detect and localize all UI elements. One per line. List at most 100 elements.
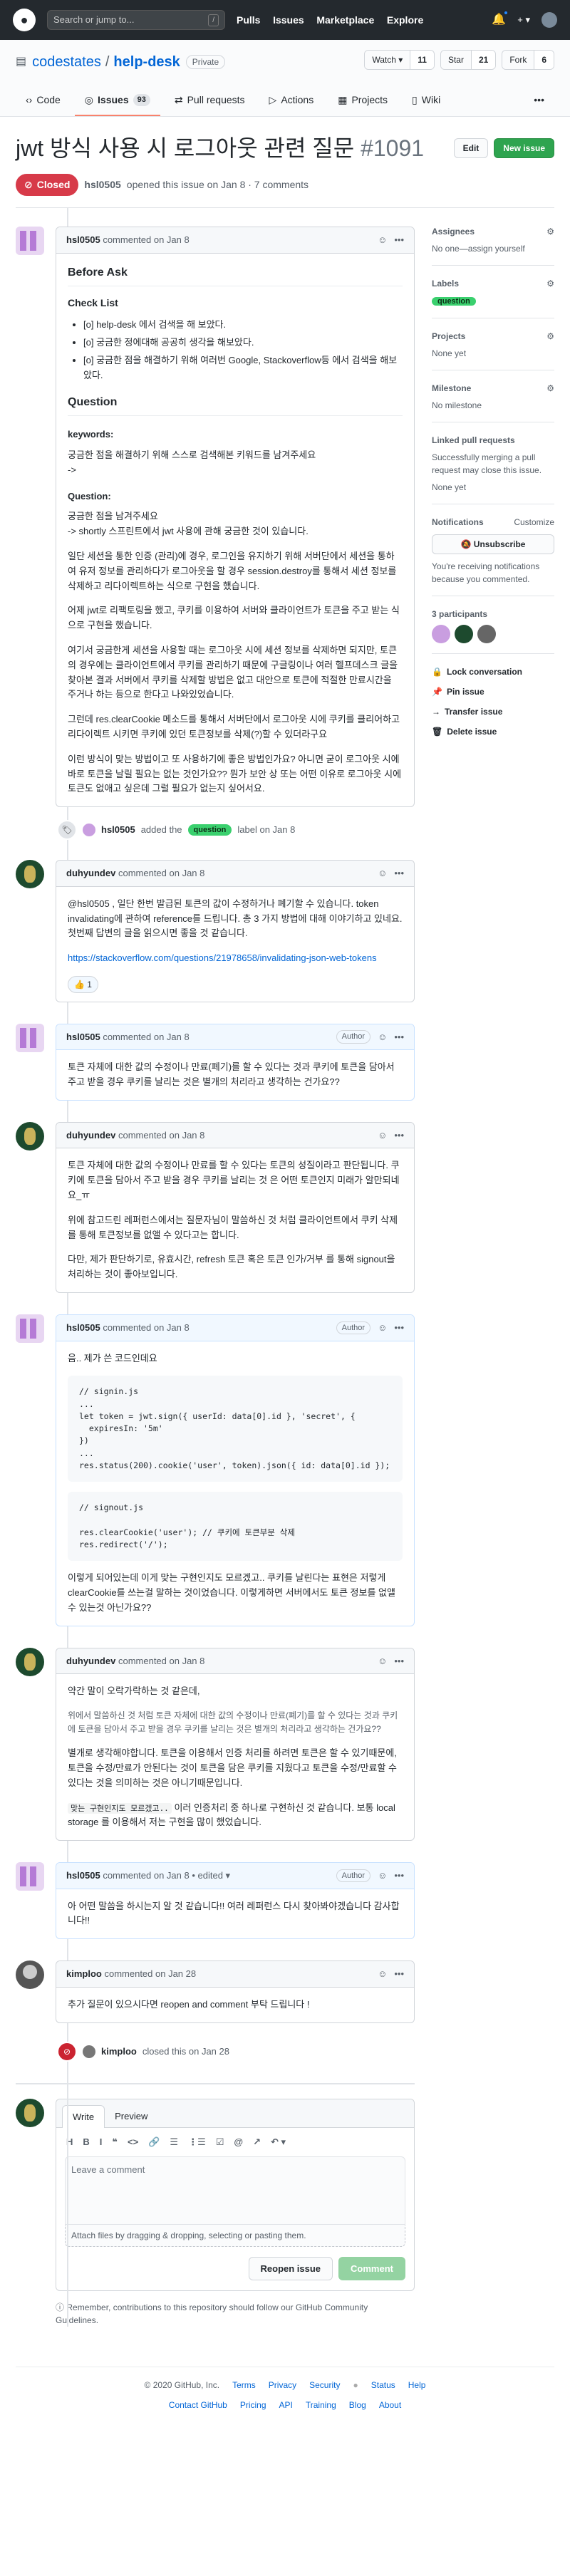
link-icon[interactable]: 🔗 bbox=[148, 2135, 160, 2149]
comment-author[interactable]: hsl0505 bbox=[66, 1869, 100, 1883]
comment-author[interactable]: kimploo bbox=[66, 1967, 102, 1981]
footer-link[interactable]: API bbox=[279, 2399, 293, 2411]
smiley-icon[interactable]: ☺ bbox=[378, 1030, 387, 1044]
footer-link[interactable]: Status bbox=[371, 2379, 395, 2391]
github-logo-icon[interactable]: ● bbox=[13, 9, 36, 31]
kebab-menu-icon[interactable]: ••• bbox=[394, 1967, 404, 1981]
repo-name-link[interactable]: help-desk bbox=[113, 51, 180, 73]
tab-actions[interactable]: ▷ Actions bbox=[259, 87, 324, 116]
lock-conversation[interactable]: 🔒 Lock conversation bbox=[432, 665, 554, 678]
smiley-icon[interactable]: ☺ bbox=[378, 1321, 387, 1335]
tab-pull-requests[interactable]: ⇄ Pull requests bbox=[165, 87, 255, 116]
avatar[interactable] bbox=[16, 1314, 44, 1344]
reopen-issue-button[interactable]: Reopen issue bbox=[248, 2256, 333, 2281]
comment-button[interactable]: Comment bbox=[338, 2256, 405, 2281]
numbered-list-icon[interactable]: ⋮☰ bbox=[188, 2135, 206, 2149]
footer-link[interactable]: Security bbox=[309, 2379, 340, 2391]
kebab-menu-icon[interactable]: ••• bbox=[394, 1030, 404, 1044]
avatar[interactable] bbox=[16, 1121, 44, 1151]
avatar[interactable] bbox=[16, 1862, 44, 1891]
avatar[interactable] bbox=[16, 1960, 44, 1990]
new-issue-button[interactable]: New issue bbox=[494, 138, 554, 158]
kebab-menu-icon[interactable]: ••• bbox=[394, 1321, 404, 1335]
footer-link[interactable]: About bbox=[379, 2399, 401, 2411]
issue-opener[interactable]: hsl0505 bbox=[84, 177, 120, 192]
event-actor[interactable]: kimploo bbox=[101, 2045, 137, 2059]
comment-author[interactable]: hsl0505 bbox=[66, 233, 100, 247]
kebab-menu-icon[interactable]: ••• bbox=[394, 233, 404, 247]
thumbs-up-reaction[interactable]: 👍 1 bbox=[68, 975, 98, 993]
smiley-icon[interactable]: ☺ bbox=[378, 866, 387, 881]
nav-explore[interactable]: Explore bbox=[387, 14, 423, 26]
saved-replies-icon[interactable]: ↶ ▾ bbox=[271, 2135, 286, 2149]
tab-projects[interactable]: ▦ Projects bbox=[328, 87, 398, 116]
footer-link[interactable]: Training bbox=[306, 2399, 336, 2411]
customize-link[interactable]: Customize bbox=[514, 516, 554, 529]
edit-title-button[interactable]: Edit bbox=[453, 138, 489, 158]
tabs-more-menu[interactable]: ••• bbox=[524, 87, 554, 116]
assignees-value[interactable]: No one—assign yourself bbox=[432, 242, 554, 255]
comment-author[interactable]: duhyundev bbox=[66, 1654, 115, 1668]
tab-issues[interactable]: ◎ Issues 93 bbox=[74, 87, 160, 116]
avatar[interactable] bbox=[16, 860, 44, 889]
quote-icon[interactable]: ❝ bbox=[112, 2135, 118, 2149]
comment-author[interactable]: hsl0505 bbox=[66, 1321, 100, 1335]
repo-owner-link[interactable]: codestates bbox=[32, 51, 101, 73]
gear-icon[interactable]: ⚙ bbox=[546, 277, 554, 290]
bullet-list-icon[interactable]: ☰ bbox=[170, 2135, 178, 2149]
comment-author[interactable]: duhyundev bbox=[66, 866, 115, 881]
create-new-menu[interactable]: + ▾ bbox=[517, 13, 530, 27]
avatar[interactable] bbox=[83, 2045, 95, 2058]
kebab-menu-icon[interactable]: ••• bbox=[394, 1654, 404, 1668]
smiley-icon[interactable]: ☺ bbox=[378, 1869, 387, 1883]
footer-link[interactable]: Contact GitHub bbox=[169, 2399, 227, 2411]
smiley-icon[interactable]: ☺ bbox=[378, 1654, 387, 1668]
notification-bell-icon[interactable]: 🔔 bbox=[492, 10, 509, 28]
reference-icon[interactable]: ↗ bbox=[253, 2135, 261, 2149]
attach-files-zone[interactable]: Attach files by dragging & dropping, sel… bbox=[65, 2224, 405, 2247]
comment-author[interactable]: hsl0505 bbox=[66, 1030, 100, 1044]
avatar[interactable] bbox=[432, 624, 450, 643]
task-list-icon[interactable]: ☑ bbox=[216, 2135, 224, 2149]
avatar[interactable] bbox=[83, 824, 95, 837]
transfer-issue[interactable]: → Transfer issue bbox=[432, 705, 554, 718]
smiley-icon[interactable]: ☺ bbox=[378, 1128, 387, 1143]
nav-pulls[interactable]: Pulls bbox=[237, 14, 260, 26]
event-actor[interactable]: hsl0505 bbox=[101, 823, 135, 837]
avatar[interactable] bbox=[16, 1647, 44, 1676]
smiley-icon[interactable]: ☺ bbox=[378, 233, 387, 247]
tab-code[interactable]: ‹› Code bbox=[16, 87, 71, 116]
label-question[interactable]: question bbox=[187, 824, 232, 836]
label-question[interactable]: question bbox=[432, 297, 476, 306]
nav-marketplace[interactable]: Marketplace bbox=[316, 14, 374, 26]
kebab-menu-icon[interactable]: ••• bbox=[394, 866, 404, 881]
footer-link[interactable]: Help bbox=[408, 2379, 426, 2391]
kebab-menu-icon[interactable]: ••• bbox=[394, 1869, 404, 1883]
kebab-menu-icon[interactable]: ••• bbox=[394, 1128, 404, 1143]
nav-issues[interactable]: Issues bbox=[273, 14, 304, 26]
smiley-icon[interactable]: ☺ bbox=[378, 1967, 387, 1981]
gear-icon[interactable]: ⚙ bbox=[546, 225, 554, 238]
avatar[interactable] bbox=[477, 624, 496, 643]
fork-button[interactable]: Fork 6 bbox=[502, 50, 554, 70]
gear-icon[interactable]: ⚙ bbox=[546, 330, 554, 343]
avatar[interactable] bbox=[16, 1023, 44, 1052]
footer-link[interactable]: Privacy bbox=[269, 2379, 296, 2391]
footer-link[interactable]: Pricing bbox=[240, 2399, 266, 2411]
tab-write[interactable]: Write bbox=[62, 2104, 105, 2129]
footer-link[interactable]: Blog bbox=[349, 2399, 366, 2411]
tab-preview[interactable]: Preview bbox=[105, 2105, 157, 2128]
gear-icon[interactable]: ⚙ bbox=[546, 382, 554, 395]
bold-icon[interactable]: B bbox=[83, 2135, 89, 2149]
watch-button[interactable]: Watch ▾ 11 bbox=[364, 50, 435, 70]
comment-textarea[interactable]: Leave a comment bbox=[65, 2156, 405, 2225]
user-avatar-menu[interactable] bbox=[542, 12, 557, 28]
pin-issue[interactable]: 📌 Pin issue bbox=[432, 685, 554, 698]
code-icon[interactable]: <> bbox=[128, 2135, 138, 2149]
tab-wiki[interactable]: ▯ Wiki bbox=[402, 87, 450, 116]
search-input[interactable]: Search or jump to... / bbox=[47, 10, 225, 30]
avatar[interactable] bbox=[455, 624, 473, 643]
avatar[interactable] bbox=[16, 227, 44, 255]
delete-issue[interactable]: 🗑 Delete issue bbox=[432, 725, 554, 738]
unsubscribe-button[interactable]: 🔕 Unsubscribe bbox=[432, 534, 554, 554]
